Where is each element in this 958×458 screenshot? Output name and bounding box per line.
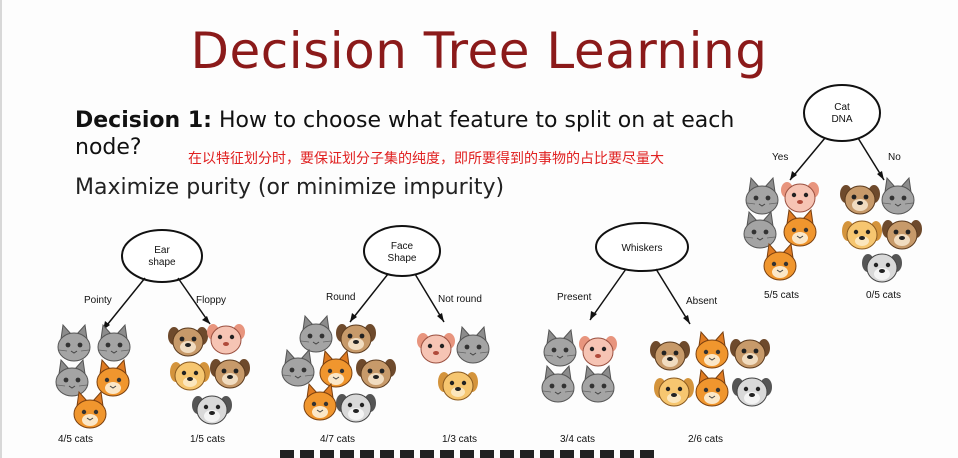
tree-ear-shape: Ear shape Pointy Floppy 4/5 cats 1/5 cat…	[55, 229, 251, 445]
cat-icon	[303, 383, 337, 421]
dog-icon	[416, 332, 456, 364]
dog-icon	[649, 340, 691, 371]
branch-label-right: Not round	[438, 294, 482, 305]
cropped-bottom-text	[280, 450, 660, 458]
cat-icon	[695, 369, 729, 407]
node-label-line2: shape	[148, 257, 176, 268]
branch-label-right: Floppy	[196, 295, 226, 306]
tree-whiskers: Whiskers Present Absent 3/4 cats 2/6 cat…	[541, 222, 773, 445]
dog-icon	[437, 371, 479, 401]
dog-icon	[355, 358, 397, 389]
cat-icon	[319, 350, 353, 388]
dog-icon	[731, 377, 773, 407]
cat-icon	[743, 211, 777, 249]
result-left: 3/4 cats	[560, 434, 595, 445]
branch-label-left: Present	[557, 292, 592, 303]
dog-icon	[335, 323, 377, 354]
branch-label-left: Round	[326, 292, 355, 303]
tree-cat-dna: Cat DNA Yes No 5/5 cats 0/5 cats	[743, 84, 923, 301]
branch-label-right: Absent	[686, 296, 717, 307]
node-label-line2: DNA	[831, 114, 852, 125]
branch-label-right: No	[888, 152, 901, 163]
result-right: 0/5 cats	[866, 290, 901, 301]
node-cat-dna	[803, 84, 881, 142]
cat-icon	[73, 391, 107, 429]
cat-icon	[97, 324, 131, 362]
node-label-line2: Shape	[388, 253, 417, 264]
node-label: Whiskers	[621, 243, 662, 254]
cat-icon	[763, 243, 797, 281]
result-right: 2/6 cats	[688, 434, 723, 445]
branch-right	[655, 268, 691, 325]
cat-icon	[456, 326, 490, 364]
cat-icon	[57, 324, 91, 362]
decision-trees-diagram: Ear shape Pointy Floppy 4/5 cats 1/5 cat…	[55, 84, 923, 445]
cat-icon	[299, 315, 333, 353]
node-label-line1: Face	[391, 241, 414, 252]
dog-icon	[209, 358, 251, 389]
cat-icon	[780, 181, 820, 213]
node-label-line1: Cat	[834, 102, 850, 113]
result-left: 4/7 cats	[320, 434, 355, 445]
cat-icon	[581, 365, 615, 403]
branch-label-left: Yes	[772, 152, 788, 163]
cat-icon	[55, 359, 89, 397]
tree-face-shape: Face Shape Round Not round 4/7 cats 1/3 …	[281, 225, 490, 445]
branch-label-left: Pointy	[84, 295, 112, 306]
node-label-line1: Ear	[154, 245, 170, 256]
result-right: 1/5 cats	[190, 434, 225, 445]
dog-icon	[169, 361, 211, 391]
cat-icon	[745, 177, 779, 215]
dog-icon	[167, 326, 209, 357]
cat-icon	[281, 349, 315, 387]
dog-icon	[841, 220, 883, 250]
dog-icon	[729, 338, 771, 369]
result-left: 4/5 cats	[58, 434, 93, 445]
node-ear-shape	[121, 229, 203, 283]
dog-icon	[653, 377, 695, 407]
branch-left	[589, 268, 627, 321]
cat-icon	[543, 329, 577, 367]
slide: Decision Tree Learning Decision 1: How t…	[0, 0, 958, 458]
cat-icon	[541, 365, 575, 403]
dog-icon	[335, 393, 377, 423]
cat-icon	[96, 359, 130, 397]
dog-icon	[578, 335, 618, 367]
dog-icon	[881, 177, 915, 215]
dog-icon	[206, 323, 246, 355]
dog-icon	[191, 395, 233, 425]
branch-left	[349, 273, 389, 323]
dog-icon	[881, 219, 923, 250]
result-right: 1/3 cats	[442, 434, 477, 445]
cat-icon	[783, 209, 817, 247]
dog-icon	[839, 184, 881, 215]
cat-icon	[695, 331, 729, 369]
result-left: 5/5 cats	[764, 290, 799, 301]
dog-icon	[861, 253, 903, 283]
